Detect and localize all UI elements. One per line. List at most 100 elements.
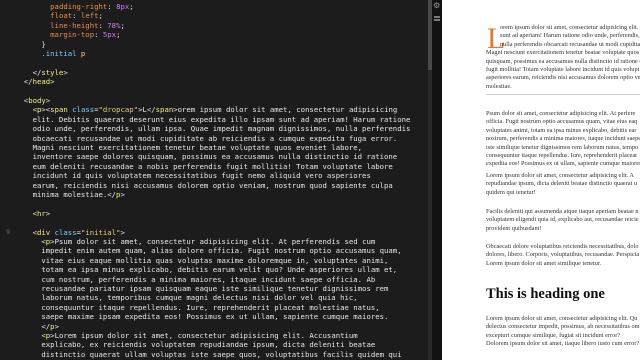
preview-text-line: consequuntur itaque repellendus. Iure, r… xyxy=(486,152,637,159)
code-line[interactable]: float: left; xyxy=(0,11,428,20)
code-text: impedit enim autem quam, alias dolore of… xyxy=(15,246,402,256)
preview-text-line: Dolorem ipsum dolor sit amet, itaque lib… xyxy=(486,340,640,348)
code-line[interactable]: <p>Lorem ipsum dolor sit amet, consectet… xyxy=(0,331,428,340)
code-text: <hr> xyxy=(15,208,51,218)
code-line[interactable]: <hr> xyxy=(0,209,428,218)
preview-text-line: expedita eos! Possimus ex ut ullam, sapi… xyxy=(486,160,640,168)
preview-text-line: repudiandae ipsum, dicta deleniti beatae… xyxy=(486,180,638,188)
code-text: <p><span class="dropcap">L</span>orem ip… xyxy=(15,105,398,115)
code-text: earum, reiciendis nisi accusamus dolorem… xyxy=(15,180,393,190)
preview-text-line: asperiores earum, reiciendis nisi accusa… xyxy=(486,74,640,82)
code-text: cum nostrum, perferendis a minima maiore… xyxy=(15,274,376,284)
code-line[interactable]: </p> xyxy=(0,322,428,331)
preview-text-line: Obcaecati dolore voluptatibus reiciendis… xyxy=(486,243,639,250)
preview-text-line: Lorem ipsum dolor sit amet, consectetur … xyxy=(486,315,638,322)
code-text: odio unde, perferendis, ullam ipsa. Quae… xyxy=(15,124,411,134)
code-line[interactable]: recusandae pariatur ipsam quisquam eaque… xyxy=(0,284,428,293)
code-line[interactable] xyxy=(0,199,428,208)
code-line[interactable]: margin-top: 5px; xyxy=(0,30,428,39)
code-text: explicabo, ex reiciendis voluptatem repu… xyxy=(15,340,376,350)
preview-heading-one: This is heading one xyxy=(486,286,605,302)
preview-text-line: Psum dolor sit amet, consectetur adipisi… xyxy=(486,110,636,117)
code-line[interactable]: Magni nesciunt exercitationem tenetur be… xyxy=(0,143,428,152)
code-line[interactable]: explicabo, ex reiciendis voluptatem repu… xyxy=(0,340,428,349)
sidebar-toggle-icon[interactable] xyxy=(434,16,440,18)
code-line[interactable]: <p>Psum dolor sit amet, consectetur adip… xyxy=(0,237,428,246)
code-text: distinctio quaerat ullam voluptas iste s… xyxy=(15,349,402,359)
preview-text-line: dolores, libero. Corporis, voluptatibus,… xyxy=(486,251,640,259)
code-text: .initial p xyxy=(41,49,86,58)
preview-text-line: orem ipsum dolor sit amet, consectetur a… xyxy=(500,24,640,31)
code-text: vitae eius eaque mollitia quas voluptas … xyxy=(15,255,389,265)
preview-text-line: Magni nesciunt exercitationem tenetur be… xyxy=(486,49,640,57)
code-line[interactable]: vitae eius eaque mollitia quas voluptas … xyxy=(0,256,428,265)
preview-text-line: provident quibusdam! xyxy=(486,224,542,232)
code-text: recusandae pariatur ipsam quisquam eaque… xyxy=(15,284,389,293)
code-editor[interactable]: padding-right: 8px; float: left; line-he… xyxy=(0,0,428,360)
code-line[interactable]: eum deleniti recusandae a nobis perferen… xyxy=(0,162,428,171)
code-text: eum deleniti recusandae a nobis perferen… xyxy=(15,161,393,171)
code-line[interactable] xyxy=(0,58,428,67)
code-line[interactable]: padding-right: 8px; xyxy=(0,2,428,11)
preview-hr xyxy=(486,94,640,95)
code-line[interactable]: </head> xyxy=(0,77,428,86)
code-line[interactable]: elit. Debitis quaerat deserunt eius expe… xyxy=(0,115,428,124)
code-line[interactable]: line-height: 78%; xyxy=(0,21,428,30)
live-preview[interactable]: L orem ipsum dolor sit amet, consectetur… xyxy=(442,0,640,360)
code-line[interactable]: minima molestiae.</p> xyxy=(0,190,428,199)
code-line[interactable]: cum nostrum, perferendis a minima maiore… xyxy=(0,275,428,284)
pane-divider[interactable] xyxy=(432,0,442,360)
code-line[interactable]: incidunt id quis voluptatem necessitatib… xyxy=(0,171,428,180)
code-line[interactable]: earum, reiciendis nisi accusamus dolorem… xyxy=(0,181,428,190)
code-line[interactable] xyxy=(0,218,428,227)
preview-text-line: quidem qui tenetur! xyxy=(486,188,536,196)
preview-text-line: voluptatem eligendi quia id, explicabo a… xyxy=(486,216,639,224)
code-line[interactable]: totam ea ipsa minus explicabo, debitis e… xyxy=(0,265,428,274)
code-line[interactable]: laborum natus, temporibus cumque magni d… xyxy=(0,293,428,302)
preview-text-line: Lorem ipsum dolor sit amet, consectetur … xyxy=(486,172,634,179)
preview-text-line: officia. Fugit nostrum optio accusamus q… xyxy=(486,118,638,126)
code-line[interactable]: </style> xyxy=(0,68,428,77)
code-line[interactable]: obcaecati recusandae ut modi cupiditate … xyxy=(0,134,428,143)
code-text: minima molestiae.</p> xyxy=(15,190,125,199)
code-text: <div class="initial"> xyxy=(15,227,125,237)
code-text: incidunt id quis voluptatem necessitatib… xyxy=(15,171,371,181)
code-line[interactable]: consequuntur itaque repellendus. Iure, r… xyxy=(0,303,428,312)
preview-text-line: Lorem ipsum dolor sit amet similique ten… xyxy=(486,259,602,267)
code-text: <body> xyxy=(15,96,51,105)
code-text: padding-right: 8px; xyxy=(50,2,134,11)
preview-text-line: sunt ad aperiam! Harum ratione odio unde… xyxy=(500,32,640,40)
code-text: laborum natus, temporibus cumque magni d… xyxy=(15,293,358,303)
code-text: elit. Debitis quaerat deserunt eius expe… xyxy=(15,114,411,124)
preview-text-line: molestiae. xyxy=(486,82,512,90)
code-line[interactable]: 9 <div class="initial"> xyxy=(0,228,428,237)
code-text: Magni nesciunt exercitationem tenetur be… xyxy=(15,143,363,152)
preview-text-line: iste similique tenetur dignissimos rem l… xyxy=(486,143,639,151)
preview-text-line: Facilis deleniti qui assumenda atque ita… xyxy=(486,208,639,215)
code-line[interactable]: saepe maxime ipsam expedita eos! Possimu… xyxy=(0,312,428,321)
code-text: float: left; xyxy=(50,11,103,21)
code-text: <p>Lorem ipsum dolor sit amet, consectet… xyxy=(15,331,358,340)
gear-icon[interactable]: ⚙ xyxy=(433,2,441,10)
preview-text-line: excepturi cumque similique, fugiat sit i… xyxy=(486,331,621,339)
code-line[interactable] xyxy=(0,87,428,96)
preview-text-line: nostrum, perferendis a minima maiores, i… xyxy=(486,135,640,143)
code-line[interactable]: odio unde, perferendis, ullam ipsa. Quae… xyxy=(0,124,428,133)
code-line[interactable]: <p><span class="dropcap">L</span>orem ip… xyxy=(0,105,428,114)
code-line[interactable]: impedit enim autem quam, alias dolore of… xyxy=(0,246,428,255)
code-line[interactable]: } xyxy=(0,40,428,49)
code-text: margin-top: 5px; xyxy=(50,30,121,40)
code-text: line-height: 78%; xyxy=(50,20,125,30)
code-line[interactable]: inventore saepe dolores quisquam, possim… xyxy=(0,152,428,161)
code-line[interactable]: distinctio quaerat ullam voluptas iste s… xyxy=(0,350,428,359)
code-text: <p>Psum dolor sit amet, consectetur adip… xyxy=(15,237,376,246)
code-text: consequuntur itaque repellendus. Iure, r… xyxy=(15,302,380,312)
code-text: } xyxy=(15,39,46,49)
preview-text-line: voluptates animi, totam ea ipsa minus ex… xyxy=(486,126,637,134)
preview-text-line: quisquam, possimus ea accusamus nulla di… xyxy=(486,57,640,65)
code-text: </style> xyxy=(15,67,68,77)
code-text: inventore saepe dolores quisquam, possim… xyxy=(15,152,398,162)
code-line[interactable]: <body> xyxy=(0,96,428,105)
code-line[interactable]: .initial p xyxy=(0,49,428,58)
line-number: 9 xyxy=(6,227,10,236)
